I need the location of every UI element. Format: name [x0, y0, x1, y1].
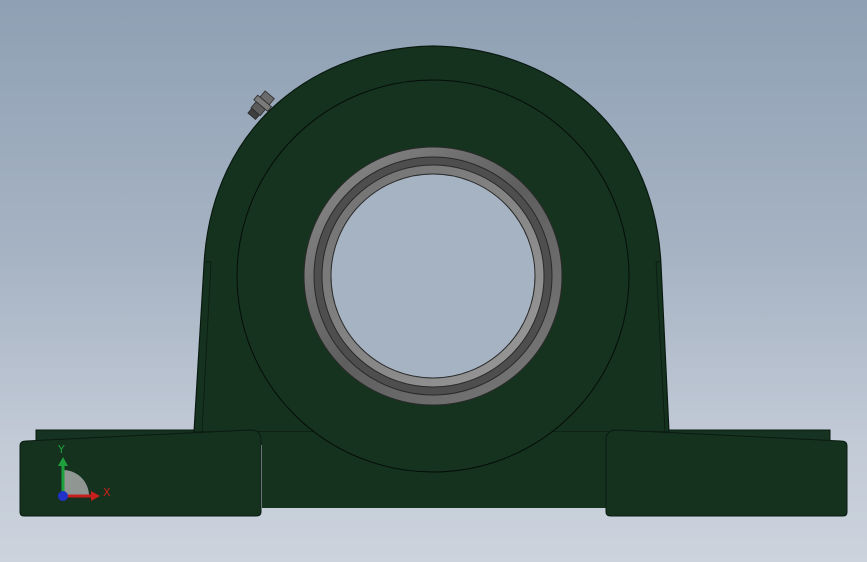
x-axis-label: X: [103, 486, 111, 499]
triad-arc: [63, 470, 89, 496]
y-axis-label: Y: [58, 443, 65, 456]
pillow-block-bearing-model[interactable]: [0, 0, 867, 562]
graphics-viewport[interactable]: Y X: [0, 0, 867, 562]
bearing-bore: [330, 173, 536, 379]
reference-triad[interactable]: Y X: [48, 440, 118, 510]
z-axis-dot: [58, 491, 68, 501]
y-axis-arrow: [58, 457, 68, 466]
x-axis-arrow: [91, 491, 100, 501]
right-foot[interactable]: [605, 429, 848, 517]
